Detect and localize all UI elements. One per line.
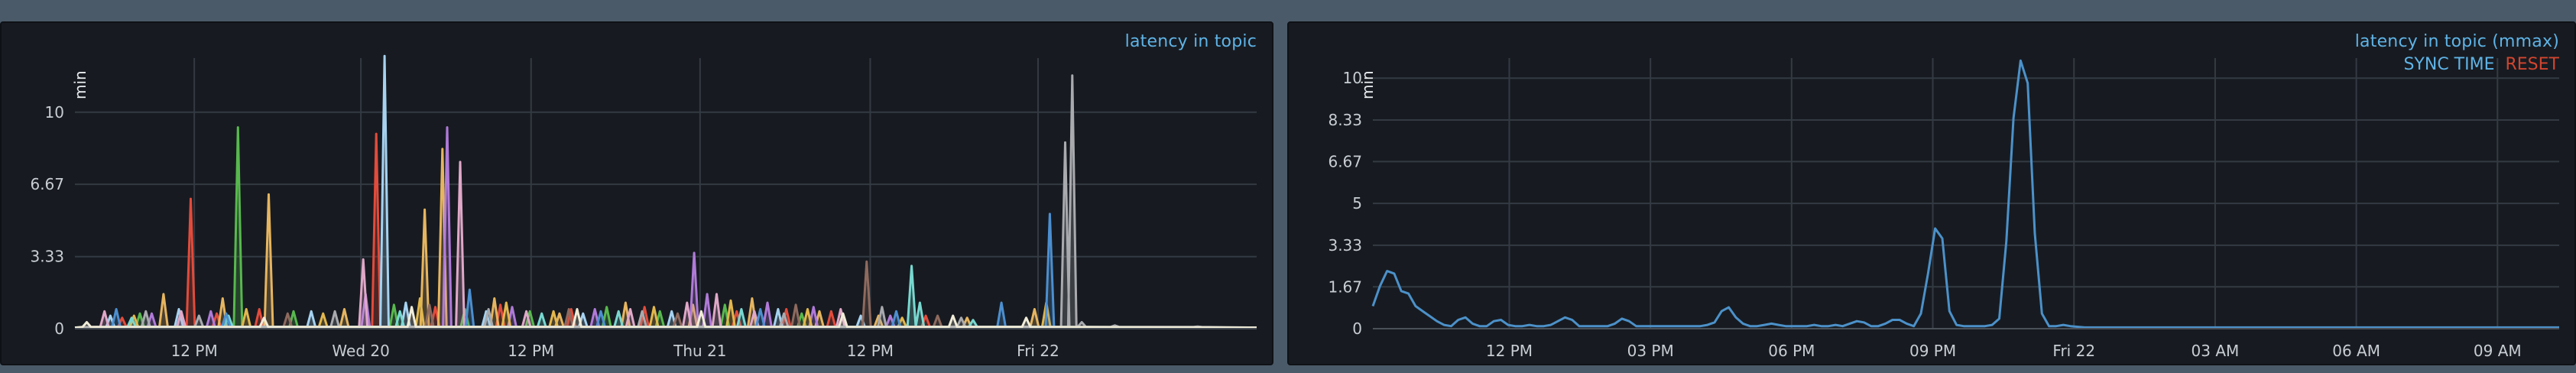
y-tick-label: 5 [1352,194,1362,212]
latency-mmax-chart[interactable]: 01.673.3356.678.331012 PM 03 PM 06 PM 09 PM… [1289,23,2574,364]
x-tick-label: Fri 22 [1017,342,1059,360]
x-tick-label: 12 PM [171,342,218,360]
y-tick-label: 3.33 [1328,236,1362,255]
y-axis-unit-label: min [1358,70,1377,99]
chart-panel-latency-mmax: 0 1.67 3.33 5 6.67 8.33 10 12 PM 03 PM 06 PM 09 PM… [1287,21,2576,365]
x-tick-label: 09 PM [1909,342,1956,360]
panel-title: latency in topic [1124,32,1257,51]
series-area [75,75,1257,329]
latency-chart[interactable]: 0 3.33 6.67 10 12 PM Wed 20 12 PM Thu 21 12 PM Fr… [2,23,1272,364]
series-line[interactable] [74,212,1257,329]
series-area [75,56,1257,329]
x-tick-label: 12 PM [1486,342,1533,360]
x-tick-label: Fri 22 [2052,342,2095,360]
x-tick-label: 06 PM [1768,342,1815,360]
series-line[interactable] [74,54,1257,329]
y-tick-label: 8.33 [1328,111,1362,129]
series-area [75,127,1257,329]
series-area [75,213,1257,329]
series-line[interactable] [74,264,1257,329]
y-tick-label: 0 [1352,319,1362,338]
series-area [75,148,1257,329]
y-tick-label: 6.67 [1328,152,1362,170]
x-tick-label: 12 PM [508,342,554,360]
series-line[interactable] [74,132,1257,329]
x-tick-label: Thu 21 [673,342,726,360]
series-line[interactable] [74,148,1257,329]
x-tick-label: 06 AM [2332,342,2380,360]
y-tick-label: 1.67 [1328,277,1362,296]
y-tick-label: 10 [45,103,64,122]
y-axis-unit-label: min [71,70,89,99]
series-area [75,127,1257,329]
series-line[interactable] [74,126,1257,329]
series-line[interactable] [74,161,1257,329]
x-tick-label: Wed 20 [332,342,389,360]
y-tick-label: 3.33 [30,248,64,266]
y-tick-label: 6.67 [30,175,64,193]
chart-panel-latency: 0 3.33 6.67 10 12 PM Wed 20 12 PM Thu 21 12 PM Fr… [0,21,1273,365]
x-tick-label: 03 PM [1627,342,1674,360]
series-line[interactable] [74,126,1257,329]
sync-time-button[interactable]: SYNC TIME [2403,55,2494,74]
panel-controls: SYNC TIME RESET [2403,55,2559,74]
y-tick-label: 0 [54,319,64,338]
series-area [75,134,1257,329]
panel-title: latency in topic (mmax) [2354,32,2559,51]
series-area [75,265,1257,329]
x-tick-label: 03 AM [2192,342,2240,360]
series-line[interactable] [74,74,1257,329]
reset-button[interactable]: RESET [2506,55,2560,74]
x-tick-label: 09 AM [2474,342,2522,360]
x-tick-label: 12 PM [847,342,894,360]
series-area [75,261,1257,329]
series-area [75,161,1257,329]
series-line[interactable] [74,260,1257,329]
